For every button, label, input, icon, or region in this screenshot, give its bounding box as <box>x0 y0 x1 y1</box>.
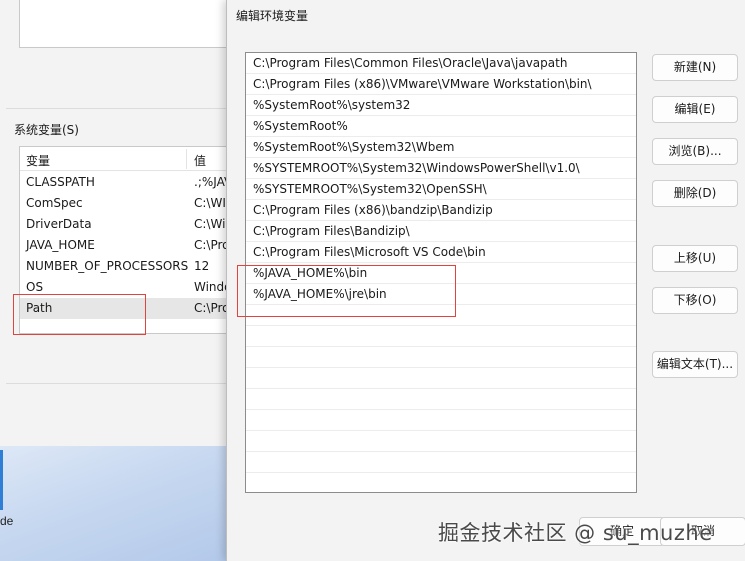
move-down-button[interactable]: 下移(O) <box>652 287 738 314</box>
dialog-title: 编辑环境变量 <box>236 9 309 23</box>
delete-button[interactable]: 删除(D) <box>652 180 738 207</box>
desktop-wallpaper <box>0 440 232 561</box>
variable-name: ComSpec <box>26 196 83 210</box>
list-item[interactable]: C:\Program Files\Bandizip\ <box>246 221 636 242</box>
list-item-empty[interactable] <box>246 431 636 452</box>
list-item[interactable]: %SystemRoot%\system32 <box>246 95 636 116</box>
path-entry-text: %SystemRoot%\System32\Wbem <box>253 140 455 154</box>
section-divider <box>6 108 232 109</box>
edit-button[interactable]: 编辑(E) <box>652 96 738 123</box>
list-item[interactable]: %SYSTEMROOT%\System32\WindowsPowerShell\… <box>246 158 636 179</box>
table-row[interactable]: CLASSPATH .;%JAV <box>20 172 232 193</box>
variable-value: C:\WI <box>194 196 226 210</box>
list-item-empty[interactable] <box>246 326 636 347</box>
list-item-empty[interactable] <box>246 410 636 431</box>
browse-button[interactable]: 浏览(B)... <box>652 138 738 165</box>
path-entry-text: C:\Program Files\Common Files\Oracle\Jav… <box>253 56 568 70</box>
path-entry-text: %SYSTEMROOT%\System32\OpenSSH\ <box>253 182 487 196</box>
list-item[interactable]: %SystemRoot% <box>246 116 636 137</box>
table-row[interactable]: ComSpec C:\WI <box>20 193 232 214</box>
list-item[interactable]: C:\Program Files\Microsoft VS Code\bin <box>246 242 636 263</box>
list-item-empty[interactable] <box>246 368 636 389</box>
watermark: 掘金技术社区 @ su_muzhe <box>438 521 713 545</box>
path-entry-text: C:\Program Files\Bandizip\ <box>253 224 410 238</box>
table-row[interactable]: DriverData C:\Wi <box>20 214 232 235</box>
variable-name: NUMBER_OF_PROCESSORS <box>26 259 189 273</box>
new-button[interactable]: 新建(N) <box>652 54 738 81</box>
environment-variables-window: 系统变量(S) 变量 值 CLASSPATH .;%JAV ComSpec C:… <box>0 0 232 446</box>
list-item[interactable]: %SYSTEMROOT%\System32\OpenSSH\ <box>246 179 636 200</box>
section-divider <box>6 383 232 384</box>
highlight-box-path-variable <box>13 294 146 335</box>
path-entry-text: %SYSTEMROOT%\System32\WindowsPowerShell\… <box>253 161 580 175</box>
edit-text-button[interactable]: 编辑文本(T)... <box>652 351 738 378</box>
path-entry-text: %SystemRoot%\system32 <box>253 98 411 112</box>
table-row[interactable]: JAVA_HOME C:\Pro <box>20 235 232 256</box>
list-item[interactable]: C:\Program Files\Common Files\Oracle\Jav… <box>246 53 636 74</box>
user-variables-list[interactable] <box>19 0 232 48</box>
list-item-empty[interactable] <box>246 389 636 410</box>
list-item[interactable]: C:\Program Files (x86)\bandzip\Bandizip <box>246 200 636 221</box>
variable-name: JAVA_HOME <box>26 238 95 252</box>
column-divider[interactable] <box>186 149 187 169</box>
variable-value: C:\Pro <box>194 238 230 252</box>
column-header-name[interactable]: 变量 <box>26 152 50 169</box>
path-entry-text: %SystemRoot% <box>253 119 348 133</box>
variable-name: DriverData <box>26 217 92 231</box>
column-header-value[interactable]: 值 <box>194 152 206 169</box>
desktop-icon-label: de <box>0 514 14 528</box>
list-item[interactable]: C:\Program Files (x86)\VMware\VMware Wor… <box>246 74 636 95</box>
highlight-box-java-entries <box>237 265 456 317</box>
list-item-empty[interactable] <box>246 452 636 473</box>
path-entry-text: C:\Program Files (x86)\VMware\VMware Wor… <box>253 77 592 91</box>
list-item[interactable]: %SystemRoot%\System32\Wbem <box>246 137 636 158</box>
list-item-empty[interactable] <box>246 347 636 368</box>
variable-value: C:\Pro <box>194 301 230 315</box>
path-entry-text: C:\Program Files\Microsoft VS Code\bin <box>253 245 486 259</box>
move-up-button[interactable]: 上移(U) <box>652 245 738 272</box>
system-variables-label: 系统变量(S) <box>14 123 79 137</box>
variable-value: C:\Wi <box>194 217 226 231</box>
variable-value: 12 <box>194 259 210 273</box>
desktop-icon[interactable] <box>0 450 3 510</box>
table-header: 变量 值 <box>20 147 232 171</box>
variable-name: CLASSPATH <box>26 175 95 189</box>
path-entry-text: C:\Program Files (x86)\bandzip\Bandizip <box>253 203 493 217</box>
table-row[interactable]: NUMBER_OF_PROCESSORS 12 <box>20 256 232 277</box>
variable-name: OS <box>26 280 44 294</box>
